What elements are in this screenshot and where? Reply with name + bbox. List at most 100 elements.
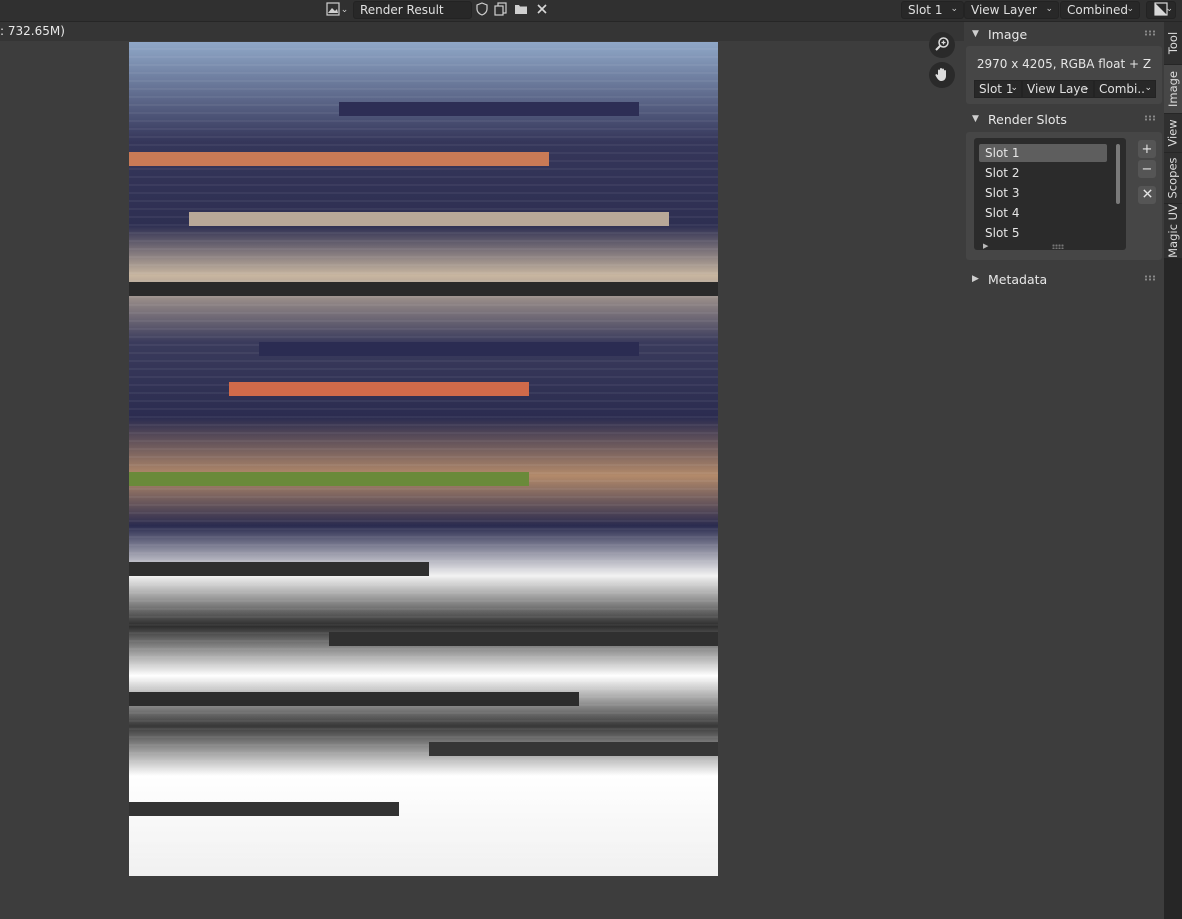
image-type-menu[interactable]: ⌄ bbox=[324, 1, 350, 19]
render-slot-item[interactable]: Slot 5 bbox=[979, 224, 1107, 242]
slot-dropdown-label: Slot 1 bbox=[908, 3, 943, 17]
image-artifact-band bbox=[129, 472, 529, 486]
chevron-down-icon: ⌄ bbox=[1045, 4, 1053, 14]
hand-icon bbox=[934, 66, 950, 85]
duplicate-icon bbox=[494, 1, 508, 19]
slots-scrollbar[interactable] bbox=[1116, 144, 1120, 204]
render-slots-panel-title: Render Slots bbox=[988, 111, 1067, 127]
fake-user-button[interactable] bbox=[473, 1, 491, 19]
triangle-right-icon: ▶ bbox=[972, 274, 979, 284]
triangle-down-icon: ▼ bbox=[972, 29, 979, 39]
render-slot-label: Slot 1 bbox=[985, 146, 1020, 160]
image-artifact-band bbox=[129, 282, 718, 296]
tab-label: Scopes bbox=[1166, 157, 1180, 199]
panel-view-layer-dropdown[interactable]: View Laye ⌄ bbox=[1022, 80, 1094, 98]
pan-button[interactable] bbox=[929, 62, 955, 88]
close-icon bbox=[1142, 188, 1153, 203]
image-artifact-band bbox=[189, 212, 669, 226]
image-panel-body: 2970 x 4205, RGBA float + Z Slot 1 ⌄ Vie… bbox=[966, 46, 1162, 104]
tab-tool[interactable]: Tool bbox=[1164, 22, 1182, 65]
panel-slot-label: Slot 1 bbox=[979, 82, 1014, 96]
chevron-down-icon: ⌄ bbox=[950, 4, 958, 14]
view-layer-dropdown[interactable]: View Layer ⌄ bbox=[964, 1, 1059, 19]
image-artifact-band bbox=[129, 562, 429, 576]
metadata-panel-title: Metadata bbox=[988, 271, 1048, 287]
render-slot-item[interactable]: Slot 2 bbox=[979, 164, 1107, 182]
chevron-down-icon: ⌄ bbox=[1126, 4, 1134, 14]
render-slots-list: Slot 1 Slot 2 Slot 3 Slot 4 Slot 5 ▶ bbox=[974, 138, 1126, 250]
tab-image[interactable]: Image bbox=[1164, 65, 1182, 114]
panel-pass-dropdown[interactable]: Combi.. ⌄ bbox=[1094, 80, 1156, 98]
chevron-down-icon: ⌄ bbox=[1144, 83, 1152, 93]
tab-view[interactable]: View bbox=[1164, 114, 1182, 153]
plus-icon: + bbox=[1141, 141, 1153, 157]
chevron-down-icon: ⌄ bbox=[1010, 83, 1018, 93]
remove-slot-button[interactable]: − bbox=[1138, 160, 1156, 178]
open-image-button[interactable] bbox=[512, 1, 530, 19]
triangle-right-icon[interactable]: ▶ bbox=[983, 242, 988, 250]
unlink-image-button[interactable] bbox=[533, 1, 551, 19]
zoom-button[interactable] bbox=[929, 32, 955, 58]
render-slot-label: Slot 5 bbox=[985, 226, 1020, 240]
chevron-down-icon: ⌄ bbox=[340, 5, 349, 15]
new-image-button[interactable] bbox=[492, 1, 510, 19]
render-result-image bbox=[129, 42, 718, 876]
drag-handle-icon[interactable] bbox=[1144, 275, 1156, 281]
chevron-down-icon: ⌄ bbox=[1082, 83, 1090, 93]
render-slot-item[interactable]: Slot 3 bbox=[979, 184, 1107, 202]
add-slot-button[interactable]: + bbox=[1138, 140, 1156, 158]
list-resize-grip[interactable] bbox=[1052, 244, 1064, 249]
display-channels-dropdown[interactable]: ⌄ bbox=[1146, 1, 1176, 19]
minus-icon: − bbox=[1141, 161, 1153, 177]
image-artifact-band bbox=[129, 802, 399, 816]
image-artifact-band bbox=[129, 692, 579, 706]
panel-view-layer-label: View Laye bbox=[1027, 82, 1088, 96]
triangle-down-icon: ▼ bbox=[972, 114, 979, 124]
render-slot-item[interactable]: Slot 1 bbox=[979, 144, 1107, 162]
image-artifact-band bbox=[339, 102, 639, 116]
image-panel-header[interactable]: ▼ Image bbox=[964, 22, 1164, 46]
render-slot-item[interactable]: Slot 4 bbox=[979, 204, 1107, 222]
image-artifact-band bbox=[129, 152, 549, 166]
zoom-in-icon bbox=[934, 36, 950, 55]
panel-pass-label: Combi.. bbox=[1099, 82, 1145, 96]
folder-icon bbox=[514, 2, 528, 19]
clear-slot-button[interactable] bbox=[1138, 186, 1156, 204]
tab-label: Image bbox=[1166, 70, 1180, 108]
image-artifact-band bbox=[229, 382, 529, 396]
render-slot-label: Slot 3 bbox=[985, 186, 1020, 200]
panel-slot-dropdown[interactable]: Slot 1 ⌄ bbox=[974, 80, 1022, 98]
close-icon bbox=[535, 2, 549, 19]
tab-label: View bbox=[1166, 119, 1181, 147]
render-slot-label: Slot 2 bbox=[985, 166, 1020, 180]
render-pass-dropdown[interactable]: Combined ⌄ bbox=[1060, 1, 1140, 19]
image-icon bbox=[326, 1, 340, 19]
image-name-label: Render Result bbox=[360, 3, 444, 17]
image-panel-selectors: Slot 1 ⌄ View Laye ⌄ Combi.. ⌄ bbox=[974, 80, 1158, 98]
render-pass-dropdown-label: Combined bbox=[1067, 3, 1128, 17]
shield-icon bbox=[475, 1, 489, 19]
drag-handle-icon[interactable] bbox=[1144, 115, 1156, 121]
sidebar-panel: ▼ Image 2970 x 4205, RGBA float + Z Slot… bbox=[964, 22, 1164, 919]
chevron-down-icon: ⌄ bbox=[1165, 4, 1173, 14]
memory-status-text: : 732.65M) bbox=[0, 24, 65, 38]
render-slot-label: Slot 4 bbox=[985, 206, 1020, 220]
sidebar-tabs: Tool Image View Scopes Magic UV bbox=[1164, 22, 1182, 919]
image-info-text: 2970 x 4205, RGBA float + Z bbox=[976, 57, 1152, 71]
image-editor-header: ⌄ Render Result Slot 1 ⌄ View Layer ⌄ Co… bbox=[0, 0, 1182, 22]
drag-handle-icon[interactable] bbox=[1144, 30, 1156, 36]
image-viewport[interactable] bbox=[0, 32, 964, 919]
tab-label: Tool bbox=[1166, 31, 1180, 55]
image-panel-title: Image bbox=[988, 26, 1028, 42]
render-slots-panel-body: Slot 1 Slot 2 Slot 3 Slot 4 Slot 5 ▶ + − bbox=[966, 132, 1162, 260]
render-slots-panel-header[interactable]: ▼ Render Slots bbox=[964, 107, 1164, 131]
image-artifact-band bbox=[259, 342, 639, 356]
tab-scopes[interactable]: Scopes bbox=[1164, 153, 1182, 204]
tab-magic-uv[interactable]: Magic UV bbox=[1164, 204, 1182, 259]
view-layer-dropdown-label: View Layer bbox=[971, 3, 1037, 17]
render-status-line: : 732.65M) bbox=[0, 22, 964, 41]
metadata-panel-header[interactable]: ▶ Metadata bbox=[964, 267, 1164, 291]
image-name-field[interactable]: Render Result bbox=[353, 1, 472, 19]
image-artifact-band bbox=[329, 632, 718, 646]
slot-dropdown[interactable]: Slot 1 ⌄ bbox=[901, 1, 964, 19]
